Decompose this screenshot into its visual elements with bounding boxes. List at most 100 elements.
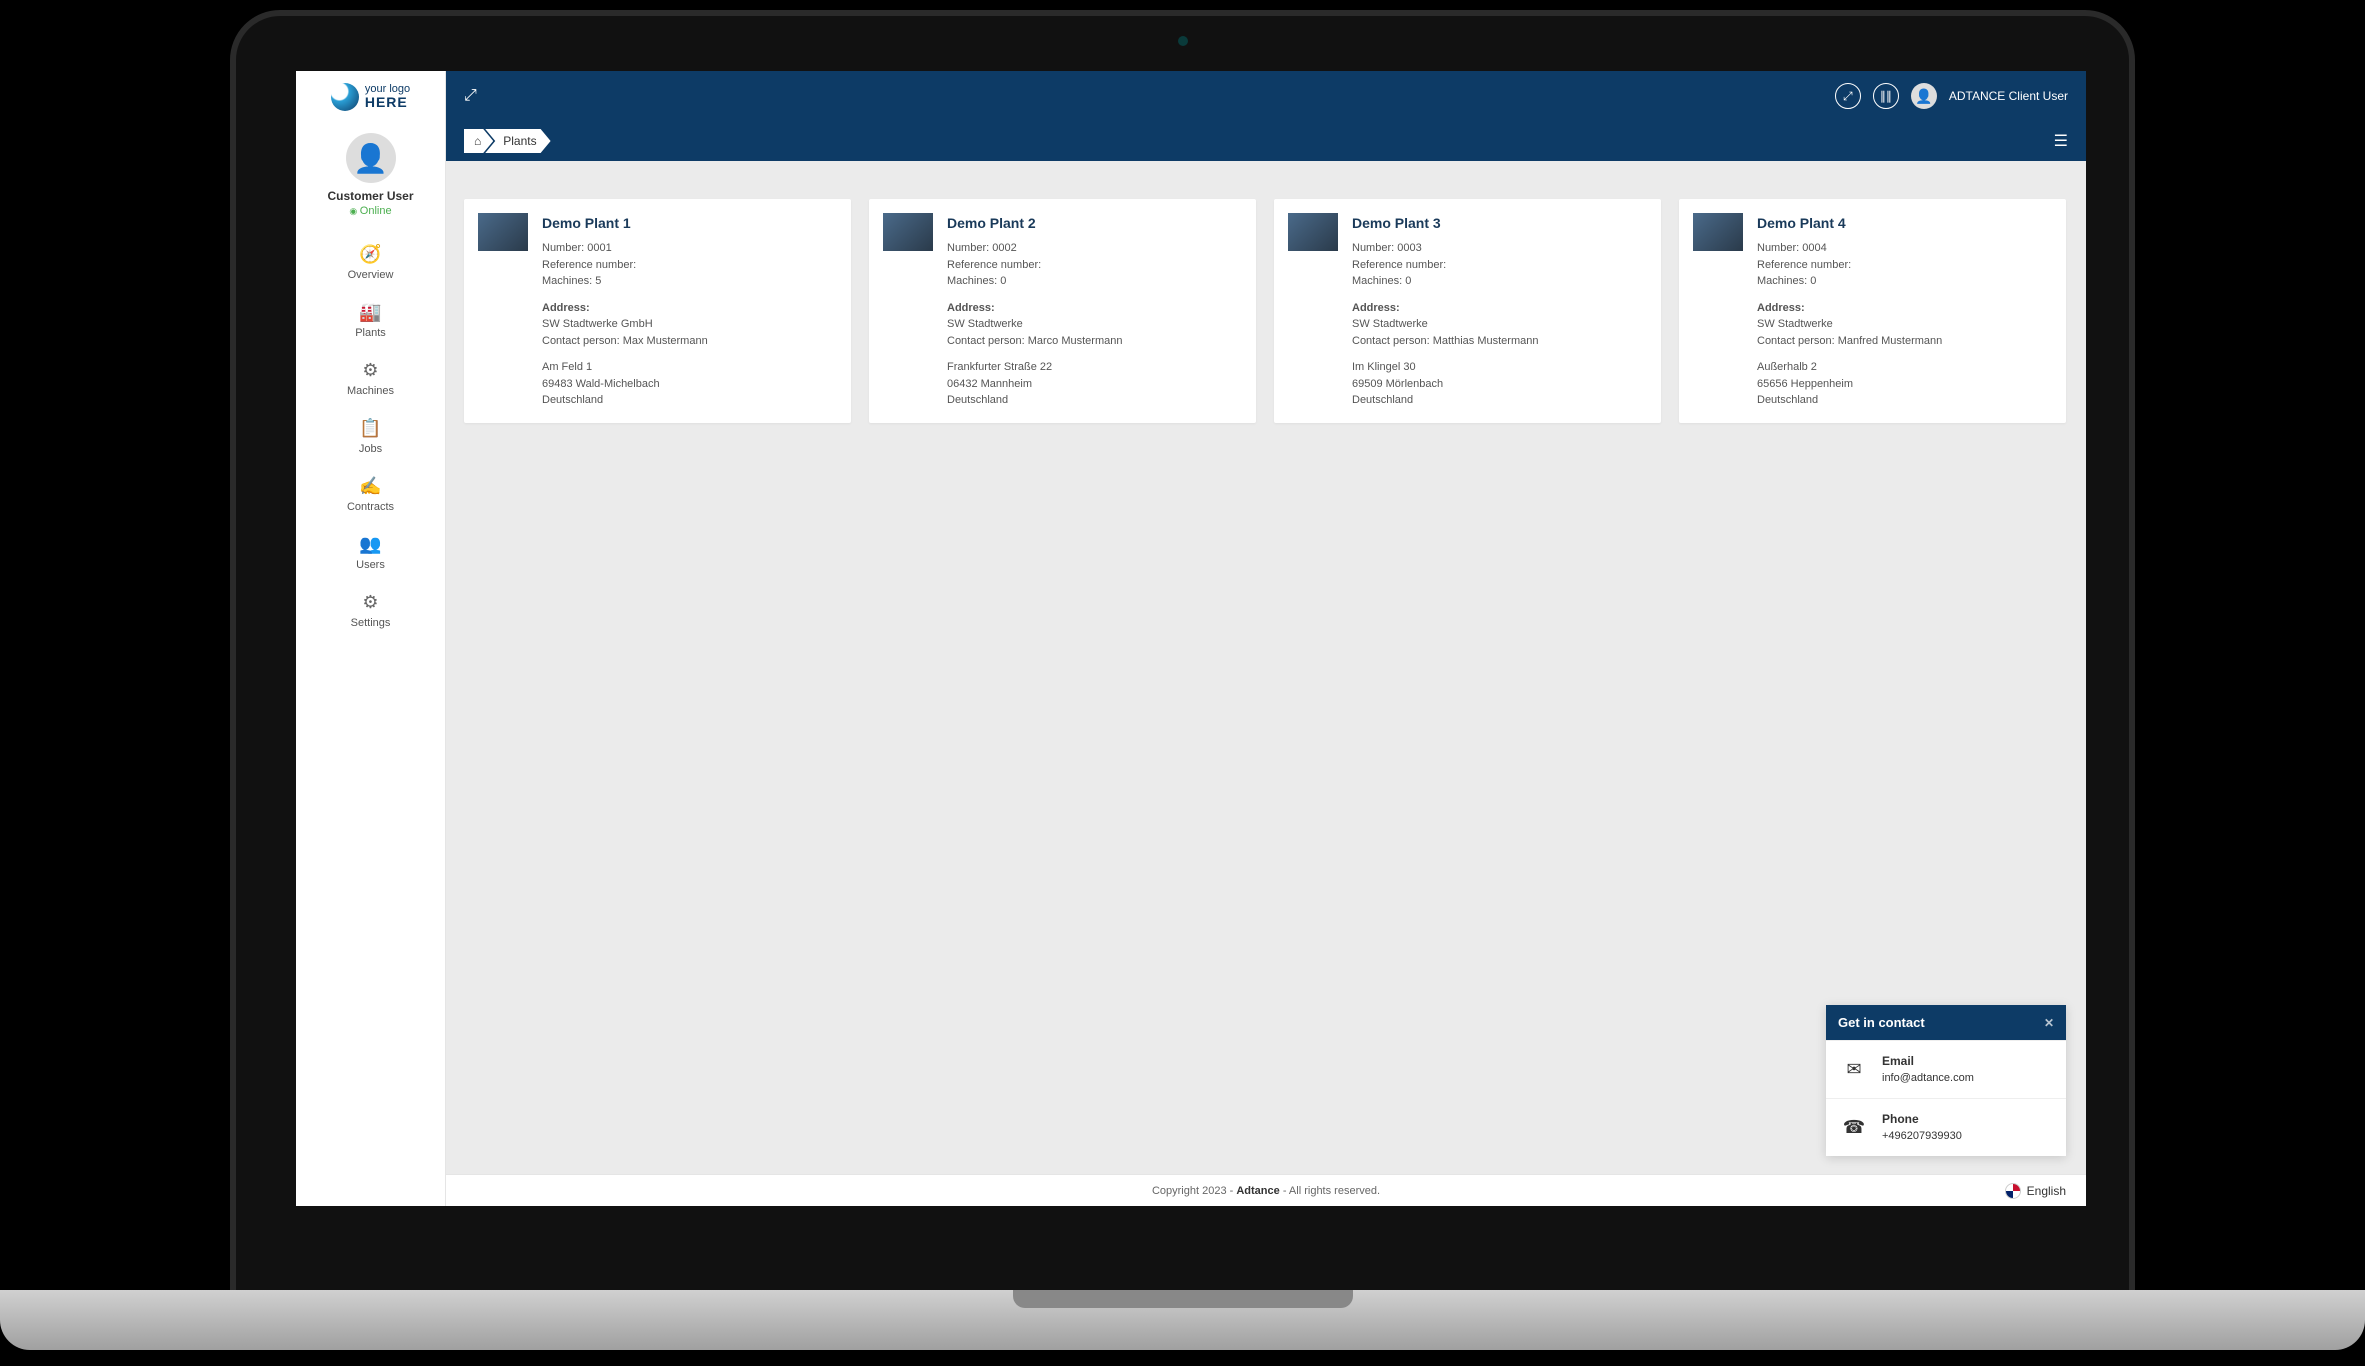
plant-contact: Contact person: Matthias Mustermann: [1352, 333, 1647, 350]
plant-thumbnail-icon: [1693, 213, 1743, 251]
plant-card[interactable]: Demo Plant 1 Number: 0001 Reference numb…: [464, 199, 851, 423]
profile-status: Online: [296, 205, 445, 217]
plant-reference: Reference number:: [947, 257, 1242, 274]
contact-widget-title: Get in contact: [1838, 1015, 1925, 1030]
plant-country: Deutschland: [1757, 392, 2052, 409]
plant-card-body: Demo Plant 1 Number: 0001 Reference numb…: [542, 213, 837, 409]
users-icon: 👥: [300, 535, 441, 553]
topbar-right: ⤢ ∥∥ 👤 ADTANCE Client User: [1835, 83, 2068, 109]
address-label: Address:: [947, 300, 1242, 317]
contact-email-value: info@adtance.com: [1882, 1072, 1974, 1084]
contracts-icon: ✍: [300, 477, 441, 495]
plant-country: Deutschland: [1352, 392, 1647, 409]
profile-name: Customer User: [296, 189, 445, 203]
plant-contact: Contact person: Manfred Mustermann: [1757, 333, 2052, 350]
plant-number: Number: 0002: [947, 240, 1242, 257]
footer-text: Copyright 2023 - Adtance - All rights re…: [1152, 1185, 1380, 1197]
contact-phone-label: Phone: [1882, 1112, 1919, 1126]
plant-street: Außerhalb 2: [1757, 359, 2052, 376]
plant-company: SW Stadtwerke GmbH: [542, 316, 837, 333]
flag-uk-icon: [2005, 1183, 2021, 1199]
logo[interactable]: your logo HERE: [296, 71, 445, 123]
plant-cards: Demo Plant 1 Number: 0001 Reference numb…: [464, 199, 2066, 423]
plant-street: Im Klingel 30: [1352, 359, 1647, 376]
plant-machines: Machines: 5: [542, 273, 837, 290]
plant-thumbnail-icon: [883, 213, 933, 251]
laptop-frame: your logo HERE 👤 Customer User Online 🧭 …: [230, 10, 2135, 1300]
nav-item-overview[interactable]: 🧭 Overview: [296, 235, 445, 293]
sidebar: your logo HERE 👤 Customer User Online 🧭 …: [296, 71, 446, 1206]
language-selector[interactable]: English: [2005, 1183, 2066, 1199]
avatar-icon: 👤: [346, 133, 396, 183]
plants-icon: 🏭: [300, 303, 441, 321]
contact-phone-row[interactable]: ☎ Phone +496207939930: [1826, 1098, 2066, 1156]
plant-card[interactable]: Demo Plant 2 Number: 0002 Reference numb…: [869, 199, 1256, 423]
address-label: Address:: [1352, 300, 1647, 317]
plant-machines: Machines: 0: [1757, 273, 2052, 290]
contact-phone-value: +496207939930: [1882, 1130, 1962, 1142]
expand-button[interactable]: ⤢: [1835, 83, 1861, 109]
plant-number: Number: 0003: [1352, 240, 1647, 257]
header-username[interactable]: ADTANCE Client User: [1949, 89, 2068, 103]
plant-card[interactable]: Demo Plant 4 Number: 0004 Reference numb…: [1679, 199, 2066, 423]
plant-machines: Machines: 0: [1352, 273, 1647, 290]
plant-city: 69509 Mörlenbach: [1352, 376, 1647, 393]
contact-email-row[interactable]: ✉ Email info@adtance.com: [1826, 1040, 2066, 1098]
plant-title: Demo Plant 4: [1757, 213, 2052, 234]
plant-city: 65656 Heppenheim: [1757, 376, 2052, 393]
footer: Copyright 2023 - Adtance - All rights re…: [446, 1174, 2086, 1206]
laptop-base: [0, 1290, 2365, 1350]
topbar-row: ⤢ ⤢ ∥∥ 👤 ADTANCE Client User: [446, 71, 2086, 121]
settings-icon: ⚙: [300, 593, 441, 611]
nav-item-settings[interactable]: ⚙ Settings: [296, 583, 445, 641]
contact-widget: Get in contact ✕ ✉ Email info@adtance.co…: [1826, 1005, 2066, 1156]
nav-item-users[interactable]: 👥 Users: [296, 525, 445, 583]
laptop-notch: [1013, 1290, 1353, 1308]
plant-reference: Reference number:: [1757, 257, 2052, 274]
plant-country: Deutschland: [947, 392, 1242, 409]
plant-thumbnail-icon: [478, 213, 528, 251]
breadcrumb: ⌂ Plants: [464, 129, 551, 153]
nav-item-machines[interactable]: ⚙ Machines: [296, 351, 445, 409]
dashboard-icon: 🧭: [300, 245, 441, 263]
compress-icon[interactable]: ⤢: [464, 87, 477, 104]
plant-card[interactable]: Demo Plant 3 Number: 0003 Reference numb…: [1274, 199, 1661, 423]
nav-item-contracts[interactable]: ✍ Contracts: [296, 467, 445, 525]
phone-icon: ☎: [1840, 1114, 1868, 1142]
plant-country: Deutschland: [542, 392, 837, 409]
plant-street: Frankfurter Straße 22: [947, 359, 1242, 376]
plant-company: SW Stadtwerke: [1352, 316, 1647, 333]
language-label: English: [2027, 1184, 2066, 1198]
plant-number: Number: 0001: [542, 240, 837, 257]
plant-city: 69483 Wald-Michelbach: [542, 376, 837, 393]
contact-email-label: Email: [1882, 1054, 1914, 1068]
user-avatar-icon[interactable]: 👤: [1911, 83, 1937, 109]
plant-card-body: Demo Plant 3 Number: 0003 Reference numb…: [1352, 213, 1647, 409]
machines-icon: ⚙: [300, 361, 441, 379]
sidebar-nav: 🧭 Overview 🏭 Plants ⚙ Machines 📋 Jobs ✍: [296, 223, 445, 641]
logo-icon: [331, 83, 359, 111]
barcode-button[interactable]: ∥∥: [1873, 83, 1899, 109]
breadcrumb-current[interactable]: Plants: [485, 129, 550, 153]
plant-contact: Contact person: Marco Mustermann: [947, 333, 1242, 350]
view-toggle-list-icon[interactable]: ☰: [2054, 131, 2068, 151]
plant-contact: Contact person: Max Mustermann: [542, 333, 837, 350]
plant-reference: Reference number:: [1352, 257, 1647, 274]
jobs-icon: 📋: [300, 419, 441, 437]
plant-title: Demo Plant 1: [542, 213, 837, 234]
logo-text: your logo HERE: [365, 83, 410, 110]
plant-title: Demo Plant 3: [1352, 213, 1647, 234]
plant-thumbnail-icon: [1288, 213, 1338, 251]
nav-item-plants[interactable]: 🏭 Plants: [296, 293, 445, 351]
nav-item-jobs[interactable]: 📋 Jobs: [296, 409, 445, 467]
close-icon[interactable]: ✕: [2044, 1016, 2054, 1030]
plant-reference: Reference number:: [542, 257, 837, 274]
plant-company: SW Stadtwerke: [947, 316, 1242, 333]
plant-card-body: Demo Plant 4 Number: 0004 Reference numb…: [1757, 213, 2052, 409]
address-label: Address:: [542, 300, 837, 317]
address-label: Address:: [1757, 300, 2052, 317]
plant-card-body: Demo Plant 2 Number: 0002 Reference numb…: [947, 213, 1242, 409]
plant-company: SW Stadtwerke: [1757, 316, 2052, 333]
topbar-left: ⤢: [464, 87, 477, 105]
sidebar-profile[interactable]: 👤 Customer User Online: [296, 123, 445, 223]
